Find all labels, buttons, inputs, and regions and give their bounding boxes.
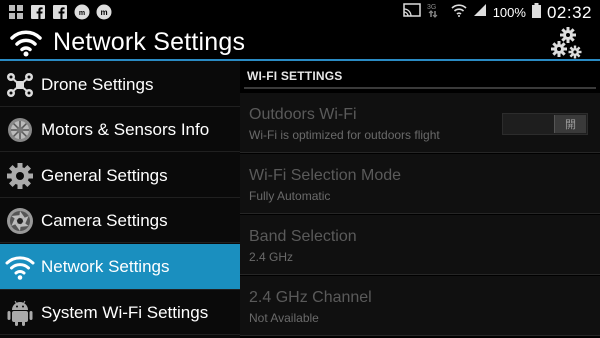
pref-band-selection[interactable]: Band Selection 2.4 GHz — [240, 215, 600, 275]
pref-title: 2.4 GHz Channel — [249, 289, 372, 306]
gallery-icon — [8, 4, 24, 20]
sidebar: Drone Settings Motors & Sensors Info Gen… — [0, 61, 240, 338]
pref-title: Band Selection — [249, 228, 357, 245]
cell-signal-icon — [473, 3, 487, 22]
gear-icon — [4, 160, 36, 192]
pref-outdoors-wifi[interactable]: Outdoors Wi-Fi Wi-Fi is optimized for ou… — [240, 93, 600, 153]
sidebar-item-system-wifi-settings[interactable]: System Wi-Fi Settings — [0, 291, 240, 335]
pref-summary: Fully Automatic — [249, 189, 331, 203]
app-icon: m — [96, 4, 112, 20]
sidebar-item-label: Drone Settings — [41, 74, 154, 94]
wifi-icon — [4, 251, 36, 283]
pref-summary: Not Available — [249, 311, 319, 325]
facebook-icon — [30, 4, 46, 20]
sidebar-item-label: Motors & Sensors Info — [41, 119, 210, 139]
status-bar: m m 3G 100% 02:32 — [0, 0, 600, 25]
sidebar-item-label: System Wi-Fi Settings — [41, 302, 209, 322]
notification-icons: m m — [8, 4, 112, 20]
sidebar-item-general-settings[interactable]: General Settings — [0, 154, 240, 198]
action-bar: Network Settings — [0, 25, 600, 61]
sidebar-item-motors-sensors-info[interactable]: Motors & Sensors Info — [0, 108, 240, 152]
section-header: WI-FI SETTINGS — [244, 61, 596, 89]
battery-icon — [531, 2, 541, 23]
sidebar-item-label: General Settings — [41, 165, 168, 185]
pref-summary: Wi-Fi is optimized for outdoors flight — [249, 128, 440, 142]
sidebar-item-camera-settings[interactable]: Camera Settings — [0, 199, 240, 243]
outdoors-wifi-toggle[interactable]: 開 — [502, 113, 588, 135]
section-title: WI-FI SETTINGS — [247, 69, 343, 83]
sidebar-item-drone-settings[interactable]: Drone Settings — [0, 63, 240, 107]
svg-text:m: m — [79, 10, 85, 17]
gears-icon[interactable] — [548, 25, 584, 61]
cast-icon — [402, 3, 421, 22]
drone-icon — [4, 69, 36, 101]
sidebar-item-label: Camera Settings — [41, 210, 168, 230]
system-status: 3G 100% 02:32 — [402, 2, 592, 23]
page-title: Network Settings — [53, 28, 246, 56]
pref-title: Wi-Fi Selection Mode — [249, 167, 402, 184]
camera-aperture-icon — [4, 205, 36, 237]
sidebar-item-label: Network Settings — [41, 256, 170, 276]
messenger-icon: m — [74, 4, 90, 20]
wifi-settings-panel: WI-FI SETTINGS Outdoors Wi-Fi Wi-Fi is o… — [240, 61, 600, 338]
signal-type-label: 3G — [427, 4, 436, 11]
pref-2-4ghz-channel[interactable]: 2.4 GHz Channel Not Available — [240, 276, 600, 336]
sidebar-item-network-settings[interactable]: Network Settings — [0, 244, 240, 290]
android-icon — [4, 297, 36, 329]
toggle-knob: 開 — [554, 115, 586, 133]
pref-summary: 2.4 GHz — [249, 250, 294, 264]
battery-percent: 100% — [492, 5, 526, 20]
pref-wifi-selection-mode[interactable]: Wi-Fi Selection Mode Fully Automatic — [240, 154, 600, 214]
svg-text:m: m — [100, 8, 107, 17]
network-3g-icon: 3G — [427, 2, 445, 23]
motor-icon — [4, 114, 36, 146]
facebook-icon — [52, 4, 68, 20]
wifi-signal-icon — [451, 3, 467, 22]
clock: 02:32 — [546, 2, 592, 22]
pref-title: Outdoors Wi-Fi — [249, 106, 357, 123]
wifi-icon — [10, 27, 42, 57]
